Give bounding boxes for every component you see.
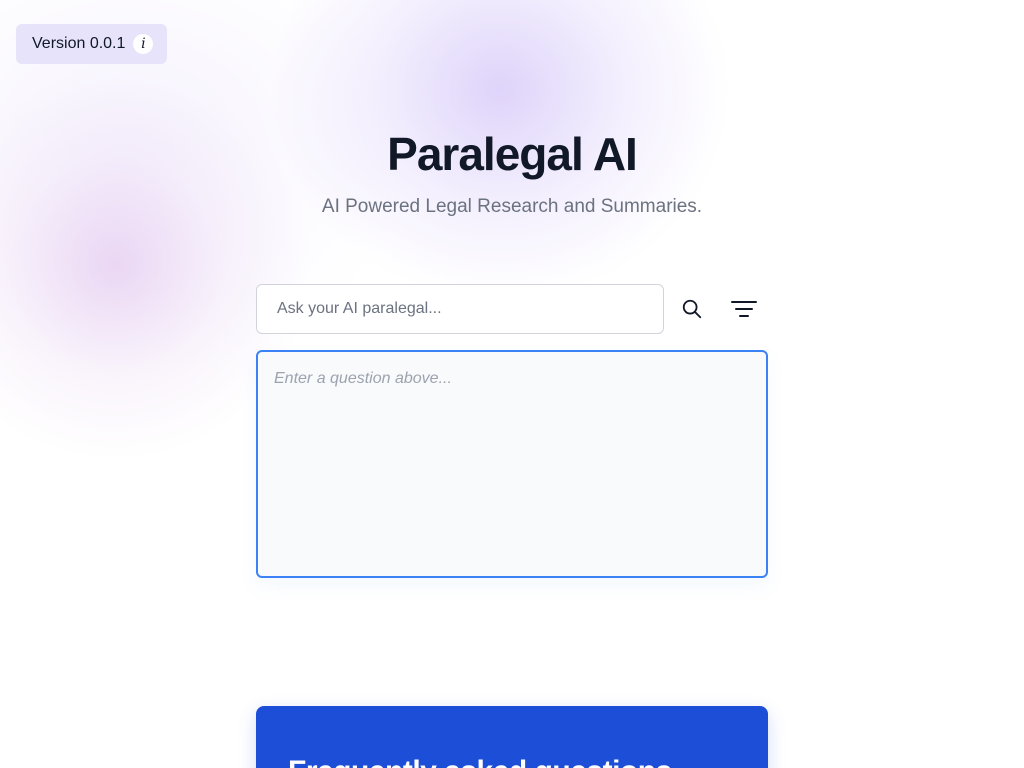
filter-icon: [731, 301, 757, 317]
page-subtitle: AI Powered Legal Research and Summaries.: [321, 196, 703, 217]
version-label: Version 0.0.1: [32, 35, 126, 52]
page-title: Paralegal AI: [387, 128, 638, 180]
search-icon: [682, 299, 702, 319]
version-badge[interactable]: Version 0.0.1 i: [16, 24, 167, 64]
answer-box[interactable]: [256, 350, 768, 578]
page: Version 0.0.1 i Paralegal AI AI Powered …: [0, 0, 1024, 768]
search-input[interactable]: [256, 284, 664, 334]
filter-button[interactable]: [727, 292, 761, 326]
faq-section: Frequently asked questions: [256, 706, 768, 768]
info-icon[interactable]: i: [133, 34, 154, 54]
faq-title: Frequently asked questions: [288, 754, 736, 768]
search-button[interactable]: [675, 292, 709, 326]
